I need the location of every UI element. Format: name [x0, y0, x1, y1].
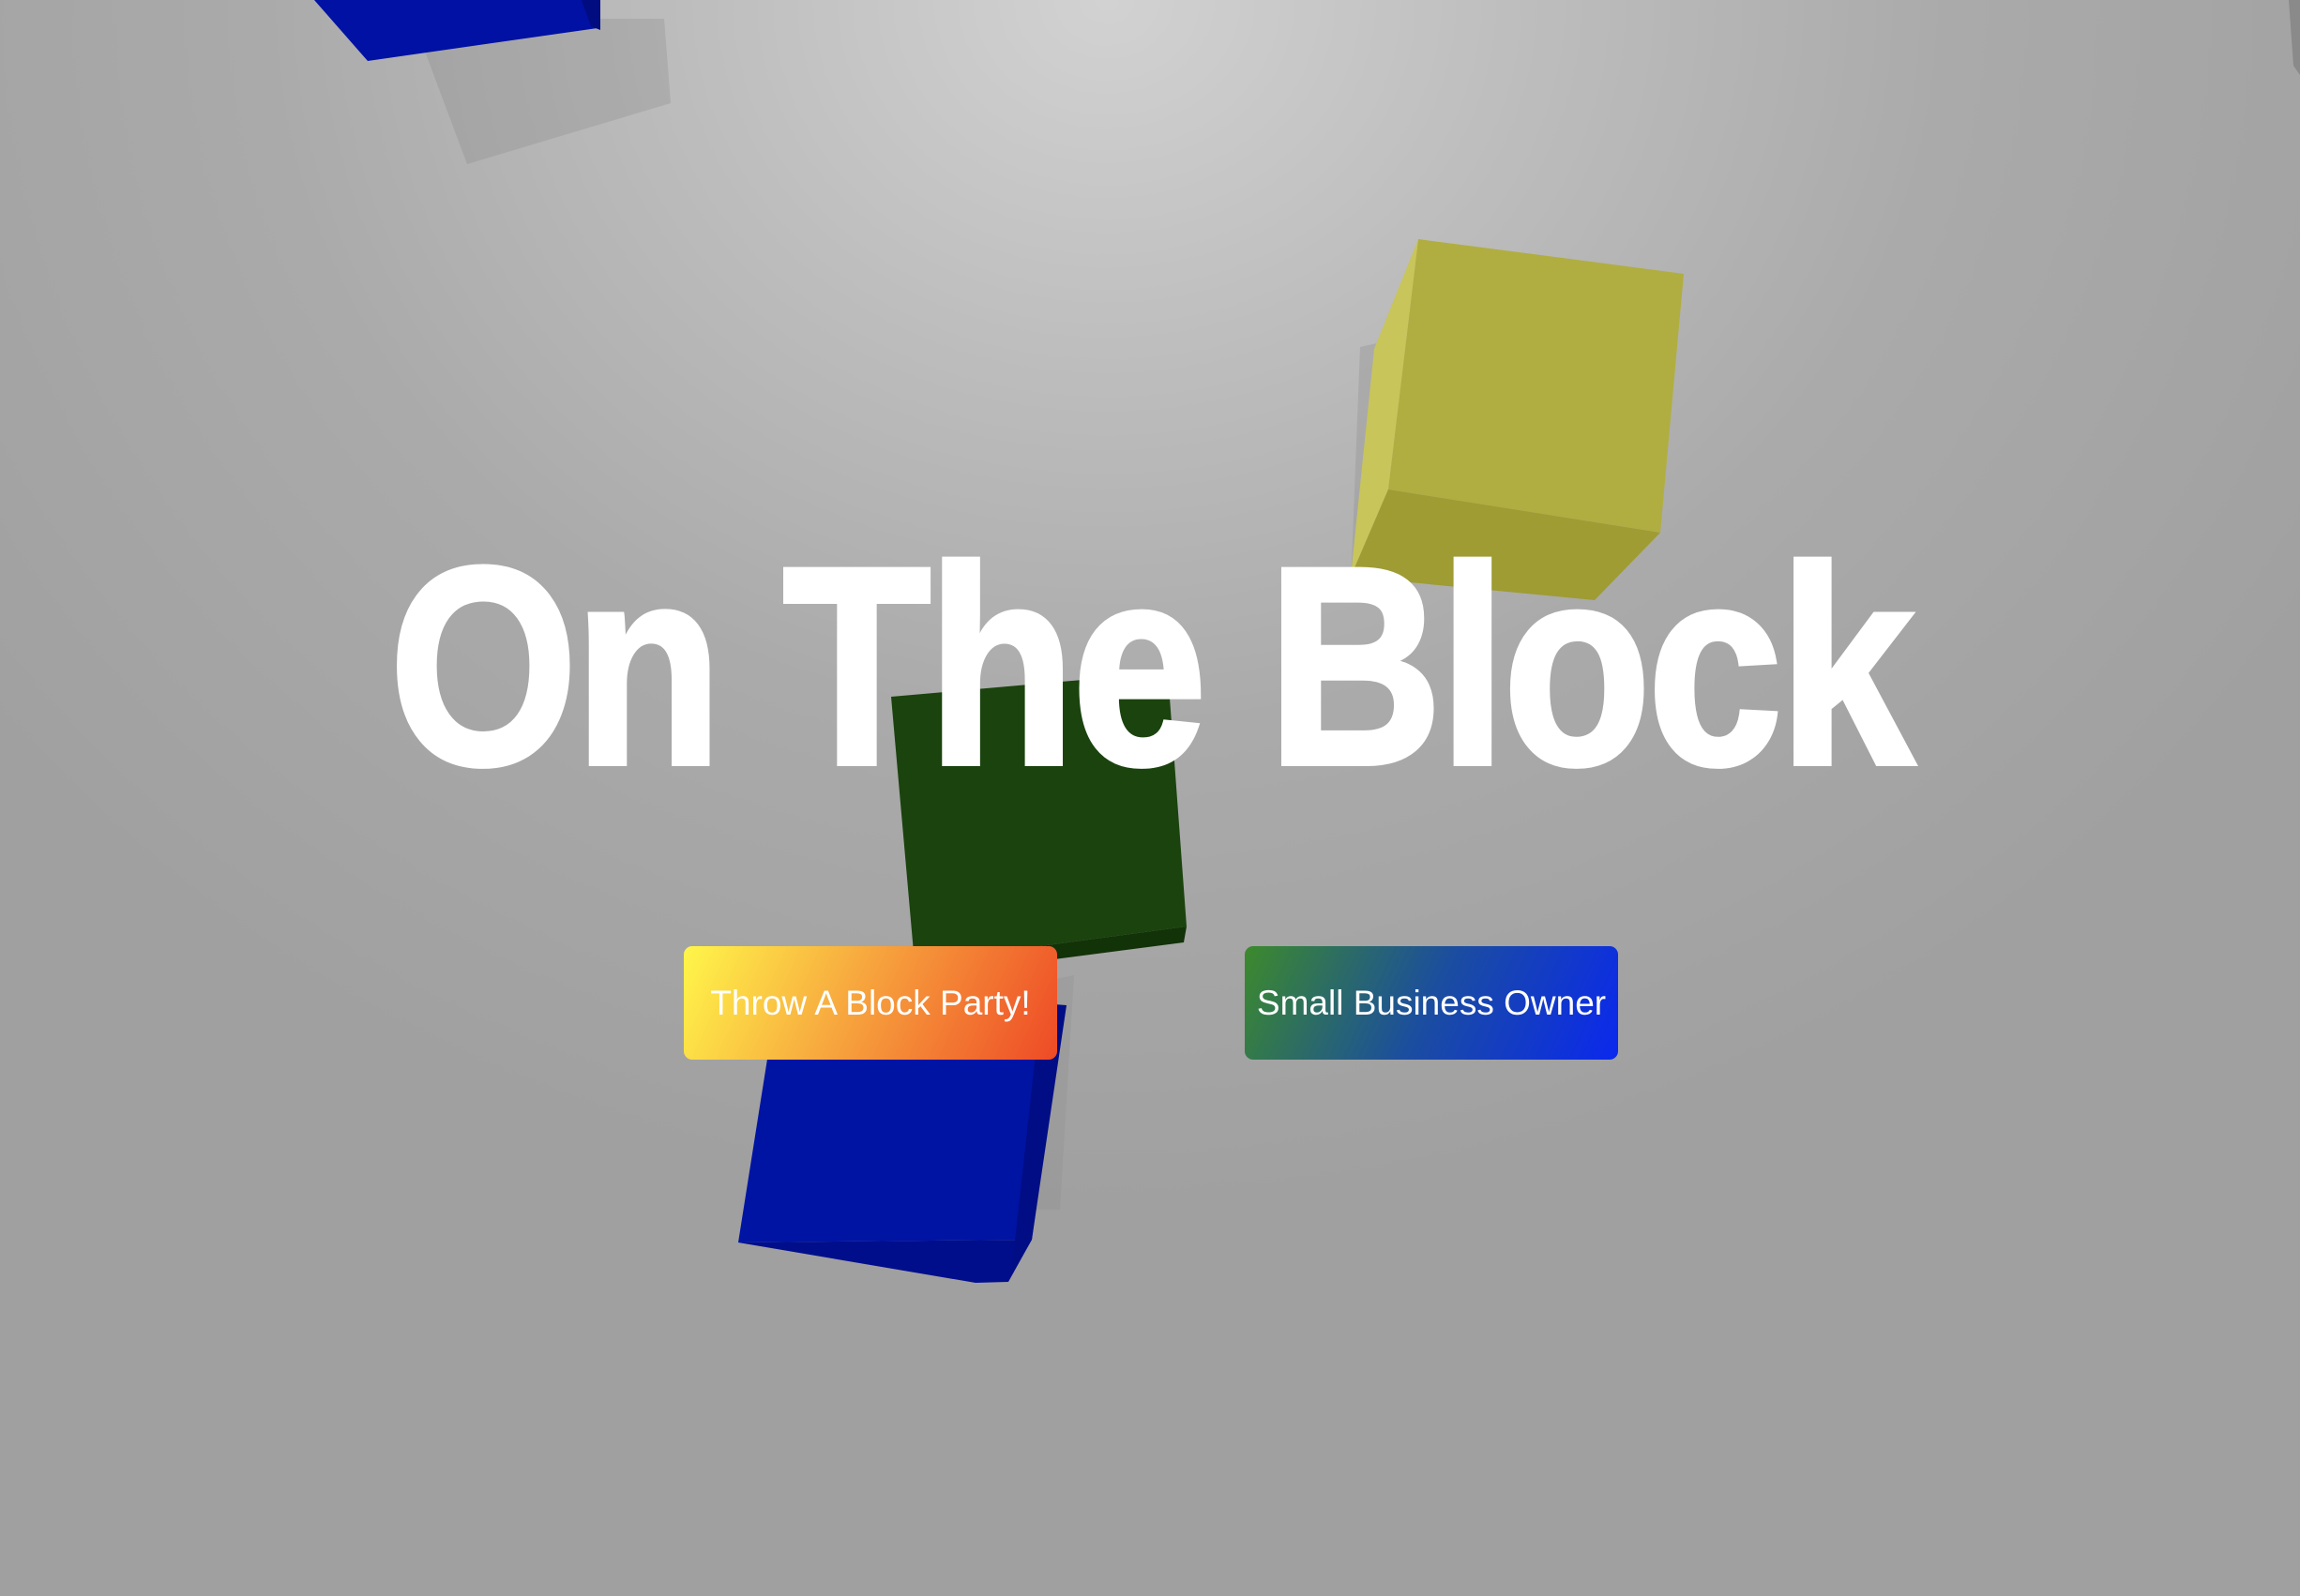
- blue-cube-top-left: [314, 0, 671, 164]
- edge-shadow-right: [2289, 0, 2300, 75]
- throw-block-party-button[interactable]: Throw A Block Party!: [684, 946, 1057, 1060]
- page-title: On The Block: [386, 508, 1915, 823]
- small-business-owner-button[interactable]: Small Business Owner: [1245, 946, 1618, 1060]
